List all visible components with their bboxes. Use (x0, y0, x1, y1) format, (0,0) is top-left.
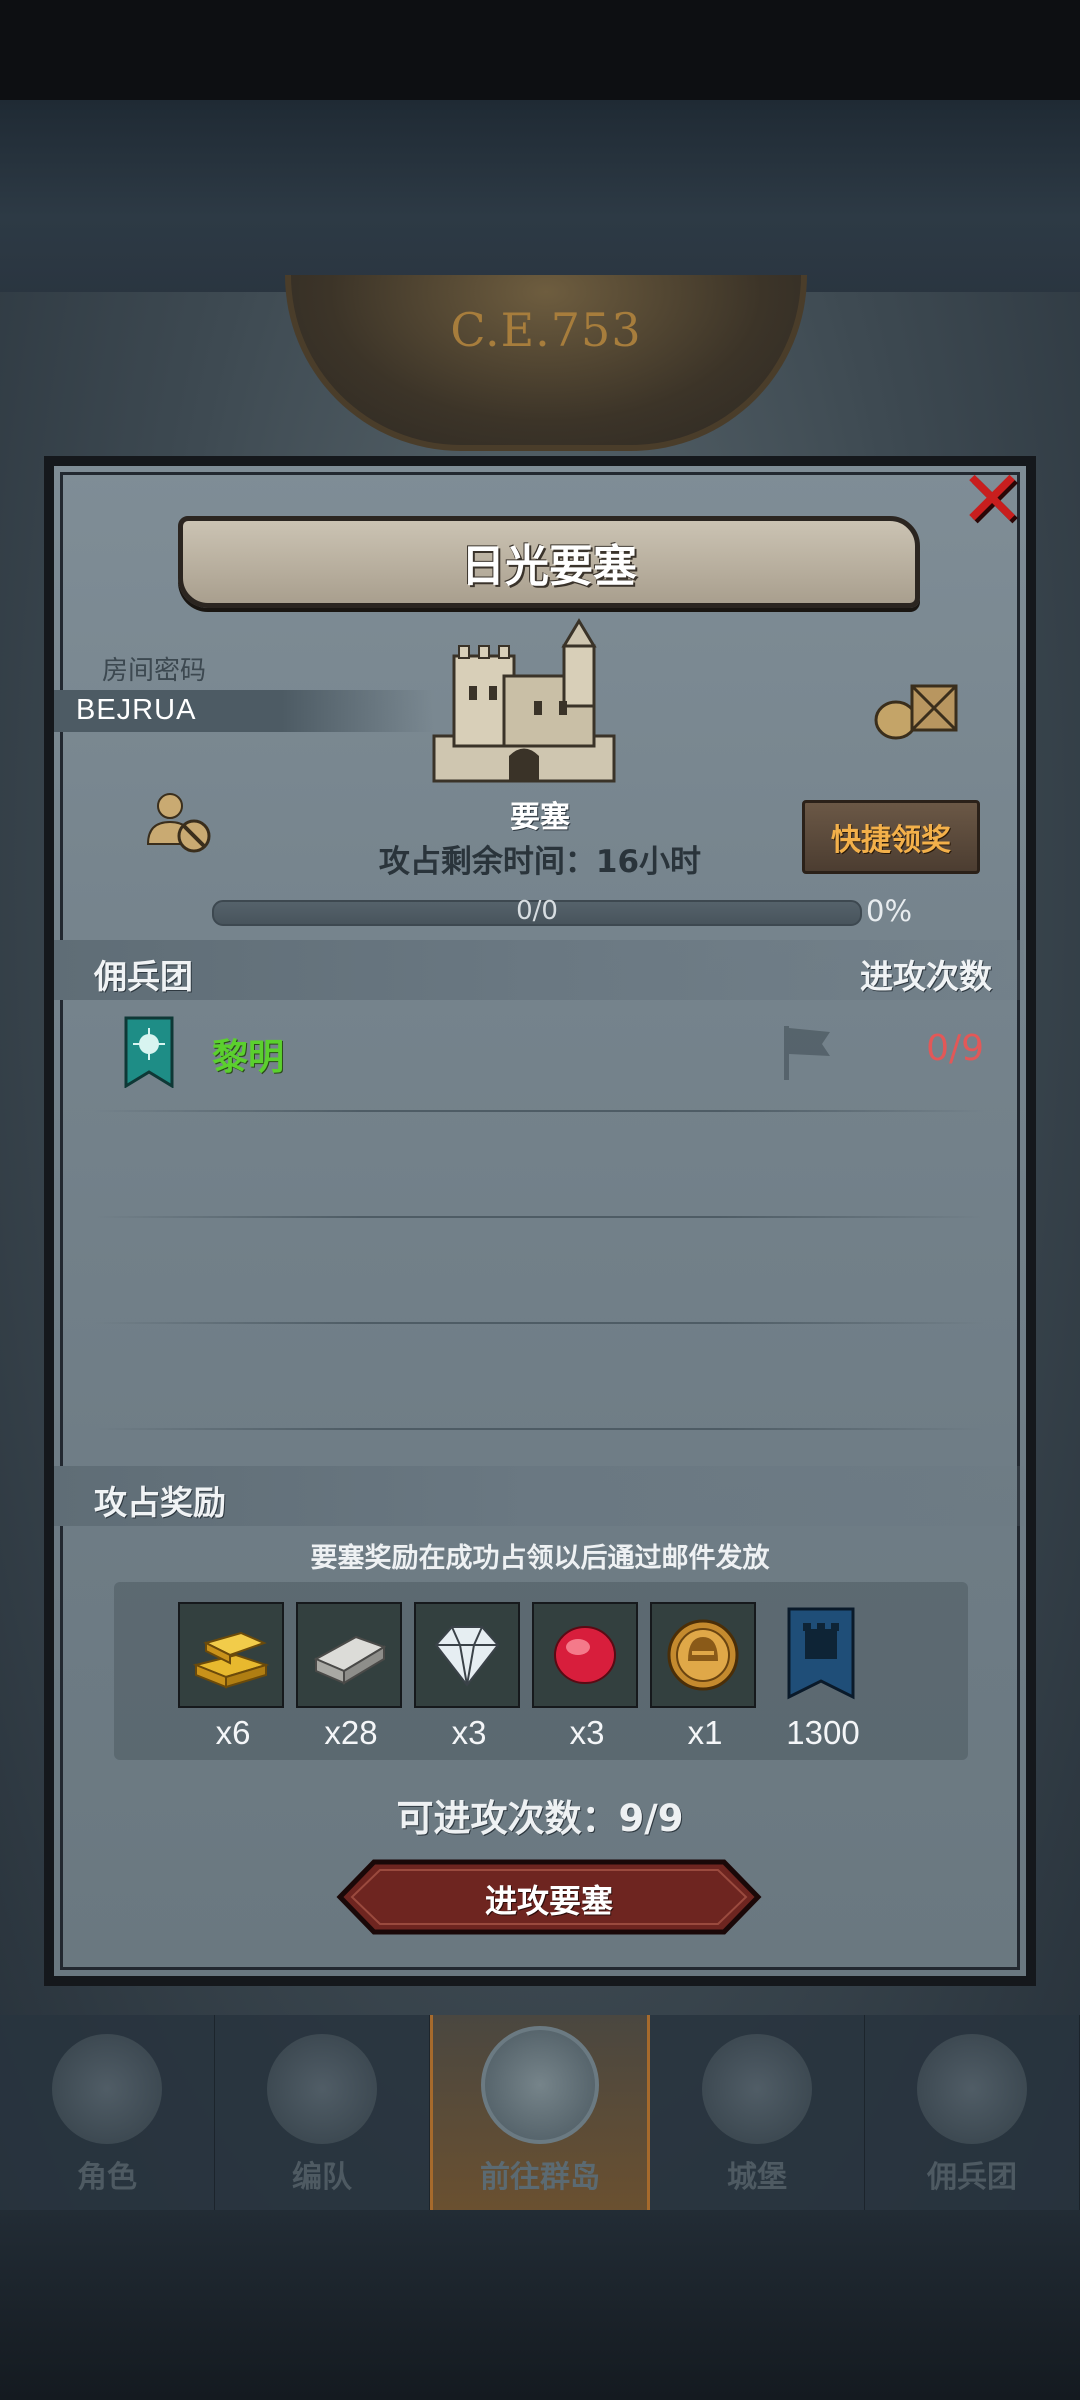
room-code-bar: BEJRUA (54, 690, 434, 732)
nav-item-character[interactable]: 角色 (0, 2015, 215, 2210)
reward-slot (296, 1602, 402, 1708)
progress-text: 0/0 (516, 896, 558, 926)
reward-slot (650, 1602, 756, 1708)
character-icon (52, 2034, 162, 2144)
gold-bars-icon (192, 1631, 270, 1689)
reward-item[interactable]: x3 (532, 1602, 642, 1752)
rewards-header-title: 攻占奖励 (94, 1483, 226, 1522)
reward-note: 要塞奖励在成功占领以后通过邮件发放 (310, 1543, 770, 1574)
room-code-label: 房间密码 (102, 656, 207, 686)
reward-slot (178, 1602, 284, 1708)
reward-item[interactable]: x3 (414, 1602, 524, 1752)
mercenary-header-title: 佣兵团 (94, 957, 193, 996)
reward-item[interactable]: 1300 (768, 1602, 878, 1752)
close-icon: ✕ (959, 455, 1025, 545)
attack-count-header: 进攻次数 (860, 957, 992, 996)
reward-quantity: x3 (569, 1714, 605, 1751)
reward-item[interactable]: x1 (650, 1602, 760, 1752)
rewards-header: 攻占奖励 (54, 1466, 1024, 1526)
nav-item-castle[interactable]: 城堡 (650, 2015, 865, 2210)
nav-label: 角色 (77, 2160, 137, 2195)
row-divider (94, 1428, 984, 1430)
nav-label: 佣兵团 (927, 2160, 1017, 2195)
nav-label: 城堡 (727, 2160, 787, 2195)
reward-quantity: x3 (451, 1714, 487, 1751)
fortress-dialog: ✕ 日光要塞 房间密码 BEJRUA 要塞 快捷领奖 攻占剩余时间：16小时 0… (44, 455, 1036, 1986)
top-background (0, 100, 1080, 295)
compass-icon (481, 2026, 599, 2144)
nav-item-islands[interactable]: 前往群岛 (430, 2015, 650, 2210)
guild-name: 黎明 (212, 1037, 285, 1078)
reward-quantity: 1300 (786, 1714, 860, 1751)
castle-icon (702, 2034, 812, 2144)
room-code: BEJRUA (76, 694, 197, 726)
guild-row[interactable]: 黎明 0/9 (94, 1006, 984, 1106)
guild-attack-count: 0/9 (926, 1028, 984, 1069)
row-divider (94, 1322, 984, 1324)
reward-slot (532, 1602, 638, 1708)
flag-icon (784, 1026, 830, 1080)
silver-ingot-icon (313, 1635, 387, 1685)
capture-progress-bar: 0/0 (212, 896, 862, 926)
reward-slot (768, 1602, 874, 1708)
nav-label: 前往群岛 (480, 2160, 600, 2195)
reward-slot (414, 1602, 520, 1708)
mercenary-header: 佣兵团 进攻次数 (54, 940, 1024, 1000)
attack-fortress-button[interactable]: 进攻要塞 (334, 1858, 764, 1936)
helmet-coin-icon (667, 1619, 739, 1691)
ruby-icon (554, 1626, 616, 1684)
row-divider (94, 1216, 984, 1218)
reward-panel: x6 x28 x3 x3 x1 1300 (114, 1582, 968, 1760)
diamond-icon (434, 1626, 500, 1687)
fortress-banner-icon (787, 1607, 855, 1700)
mercenary-icon (917, 2034, 1027, 2144)
reward-quantity: x6 (215, 1714, 251, 1751)
guild-banner-icon (124, 1016, 174, 1088)
attempts-remaining: 可进攻次数：9/9 (396, 1797, 684, 1840)
reward-item[interactable]: x28 (296, 1602, 406, 1752)
title-banner: 日光要塞 (178, 516, 920, 608)
row-divider (94, 1110, 984, 1112)
progress-percent: 0% (866, 894, 913, 928)
remaining-time: 攻占剩余时间：16小时 (378, 844, 702, 880)
attack-button-label: 进攻要塞 (484, 1882, 613, 1920)
dialog-title: 日光要塞 (461, 541, 637, 592)
nav-item-mercenary[interactable]: 佣兵团 (865, 2015, 1080, 2210)
reward-quantity: x1 (687, 1714, 723, 1751)
close-button[interactable]: ✕ (952, 455, 1032, 545)
bottom-background (0, 2210, 1080, 2400)
nav-label: 编队 (292, 2160, 352, 2195)
nav-item-formation[interactable]: 编队 (215, 2015, 430, 2210)
formation-icon (267, 2034, 377, 2144)
bottom-nav: 角色 编队 前往群岛 城堡 佣兵团 (0, 2015, 1080, 2210)
reward-quantity: x28 (324, 1714, 378, 1751)
supply-crate-icon[interactable] (872, 672, 964, 742)
fortress-icon (432, 618, 616, 783)
reward-item[interactable]: x6 (178, 1602, 288, 1752)
era-label: C.E.753 (450, 303, 642, 357)
